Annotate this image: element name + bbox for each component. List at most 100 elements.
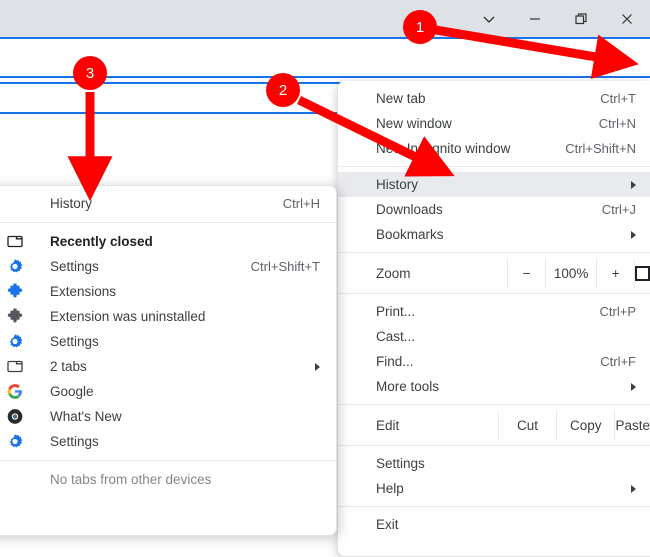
submenu-item-extensions[interactable]: Extensions — [0, 279, 336, 304]
menu-item-label: Cast... — [376, 329, 416, 344]
submenu-item-label: Google — [50, 384, 94, 399]
window-icon — [6, 358, 23, 375]
menu-item-cast[interactable]: Cast... — [338, 324, 650, 349]
screenshot-root: New tab Ctrl+T New window Ctrl+N New Inc… — [0, 0, 650, 557]
menu-item-label: Exit — [376, 517, 399, 532]
chevron-right-icon — [315, 362, 320, 371]
chevron-right-icon — [631, 180, 636, 189]
badge-number: 1 — [415, 18, 425, 36]
chrome-icon — [6, 408, 23, 425]
close-icon[interactable] — [604, 0, 650, 37]
tab-search-chevron-down-icon[interactable] — [466, 0, 512, 37]
badge-number: 2 — [278, 81, 288, 99]
menu-item-bookmarks[interactable]: Bookmarks — [338, 222, 650, 247]
menu-item-print[interactable]: Print... Ctrl+P — [338, 299, 650, 324]
gear-blue-icon — [6, 258, 23, 275]
chevron-right-icon — [631, 484, 636, 493]
menu-item-find[interactable]: Find... Ctrl+F — [338, 349, 650, 374]
google-g-icon — [6, 383, 23, 400]
submenu-item-label: Settings — [50, 334, 99, 349]
submenu-item-settings-1[interactable]: Settings Ctrl+Shift+T — [0, 254, 336, 279]
gear-blue-icon — [6, 433, 23, 450]
submenu-item-settings-3[interactable]: Settings — [0, 429, 336, 454]
edit-label: Edit — [376, 417, 400, 433]
menu-item-new-tab[interactable]: New tab Ctrl+T — [338, 86, 650, 111]
submenu-item-label: Extension was uninstalled — [50, 309, 206, 324]
menu-item-downloads[interactable]: Downloads Ctrl+J — [338, 197, 650, 222]
submenu-item-2-tabs[interactable]: 2 tabs — [0, 354, 336, 379]
submenu-header-accel: Ctrl+H — [282, 196, 320, 211]
menu-item-label: Bookmarks — [376, 227, 444, 242]
menu-item-label: Downloads — [376, 202, 443, 217]
annotation-badge-1: 1 — [403, 10, 437, 44]
submenu-item-extension-was-uninstalled[interactable]: Extension was uninstalled — [0, 304, 336, 329]
submenu-item-accel: Ctrl+Shift+T — [250, 259, 320, 274]
paste-button[interactable]: Paste — [614, 410, 650, 440]
puzzle-blue-icon — [6, 283, 23, 300]
menu-item-new-incognito-window[interactable]: New Incognito window Ctrl+Shift+N — [338, 136, 650, 161]
menu-item-accel: Ctrl+F — [600, 354, 636, 369]
gear-blue-icon — [6, 333, 23, 350]
annotation-badge-2: 2 — [266, 73, 300, 107]
menu-item-label: Print... — [376, 304, 416, 319]
submenu-item-label: Settings — [50, 259, 99, 274]
submenu-item-google[interactable]: Google — [0, 379, 336, 404]
menu-item-accel: Ctrl+T — [600, 91, 636, 106]
chrome-main-menu: New tab Ctrl+T New window Ctrl+N New Inc… — [337, 81, 650, 557]
fullscreen-icon — [635, 265, 650, 281]
minimize-icon[interactable] — [512, 0, 558, 37]
zoom-level: 100% — [545, 258, 596, 288]
submenu-item-whats-new[interactable]: What's New — [0, 404, 336, 429]
submenu-header-history[interactable]: History Ctrl+H — [0, 191, 336, 216]
puzzle-gray-icon — [6, 308, 23, 325]
guide-line-top — [0, 37, 650, 39]
menu-separator — [338, 252, 650, 253]
window-controls — [466, 0, 650, 37]
submenu-footer-no-tabs: No tabs from other devices — [0, 467, 336, 492]
menu-separator — [338, 293, 650, 294]
menu-item-label: New tab — [376, 91, 426, 106]
browser-title-bar — [0, 0, 650, 37]
submenu-item-label: 2 tabs — [50, 359, 87, 374]
menu-item-accel: Ctrl+J — [601, 202, 636, 217]
menu-item-label: History — [376, 177, 419, 192]
submenu-separator — [0, 222, 336, 223]
menu-item-exit[interactable]: Exit — [338, 512, 650, 537]
menu-item-accel: Ctrl+Shift+N — [565, 141, 636, 156]
menu-item-help[interactable]: Help — [338, 476, 650, 501]
submenu-footer-label: No tabs from other devices — [50, 472, 212, 487]
zoom-in-button[interactable]: + — [596, 258, 634, 288]
menu-separator — [338, 404, 650, 405]
menu-separator — [338, 445, 650, 446]
menu-item-settings[interactable]: Settings — [338, 451, 650, 476]
restore-icon[interactable] — [558, 0, 604, 37]
annotation-badge-3: 3 — [73, 56, 107, 90]
history-submenu: History Ctrl+H Recently closed Settings — [0, 185, 337, 536]
submenu-separator — [0, 460, 336, 461]
submenu-item-settings-2[interactable]: Settings — [0, 329, 336, 354]
menu-item-label: New window — [376, 116, 452, 131]
badge-number: 3 — [85, 64, 95, 82]
submenu-item-label: Extensions — [50, 284, 117, 299]
window-icon — [6, 233, 23, 250]
menu-separator — [338, 506, 650, 507]
submenu-header-label: History — [50, 196, 93, 211]
copy-button[interactable]: Copy — [556, 410, 614, 440]
menu-item-label: Find... — [376, 354, 414, 369]
cut-button[interactable]: Cut — [497, 410, 556, 440]
submenu-item-label: Recently closed — [50, 234, 153, 249]
menu-item-label: Settings — [376, 456, 425, 471]
submenu-item-recently-closed[interactable]: Recently closed — [0, 229, 336, 254]
submenu-item-label: Settings — [50, 434, 99, 449]
menu-item-accel: Ctrl+P — [599, 304, 636, 319]
menu-item-history[interactable]: History — [338, 172, 650, 197]
menu-item-accel: Ctrl+N — [598, 116, 636, 131]
menu-item-new-window[interactable]: New window Ctrl+N — [338, 111, 650, 136]
zoom-row: Zoom − 100% + — [338, 258, 650, 288]
fullscreen-button[interactable] — [634, 258, 650, 288]
menu-item-more-tools[interactable]: More tools — [338, 374, 650, 399]
menu-item-label: New Incognito window — [376, 141, 511, 156]
zoom-out-button[interactable]: − — [507, 258, 545, 288]
zoom-label: Zoom — [376, 265, 411, 281]
chevron-right-icon — [631, 230, 636, 239]
